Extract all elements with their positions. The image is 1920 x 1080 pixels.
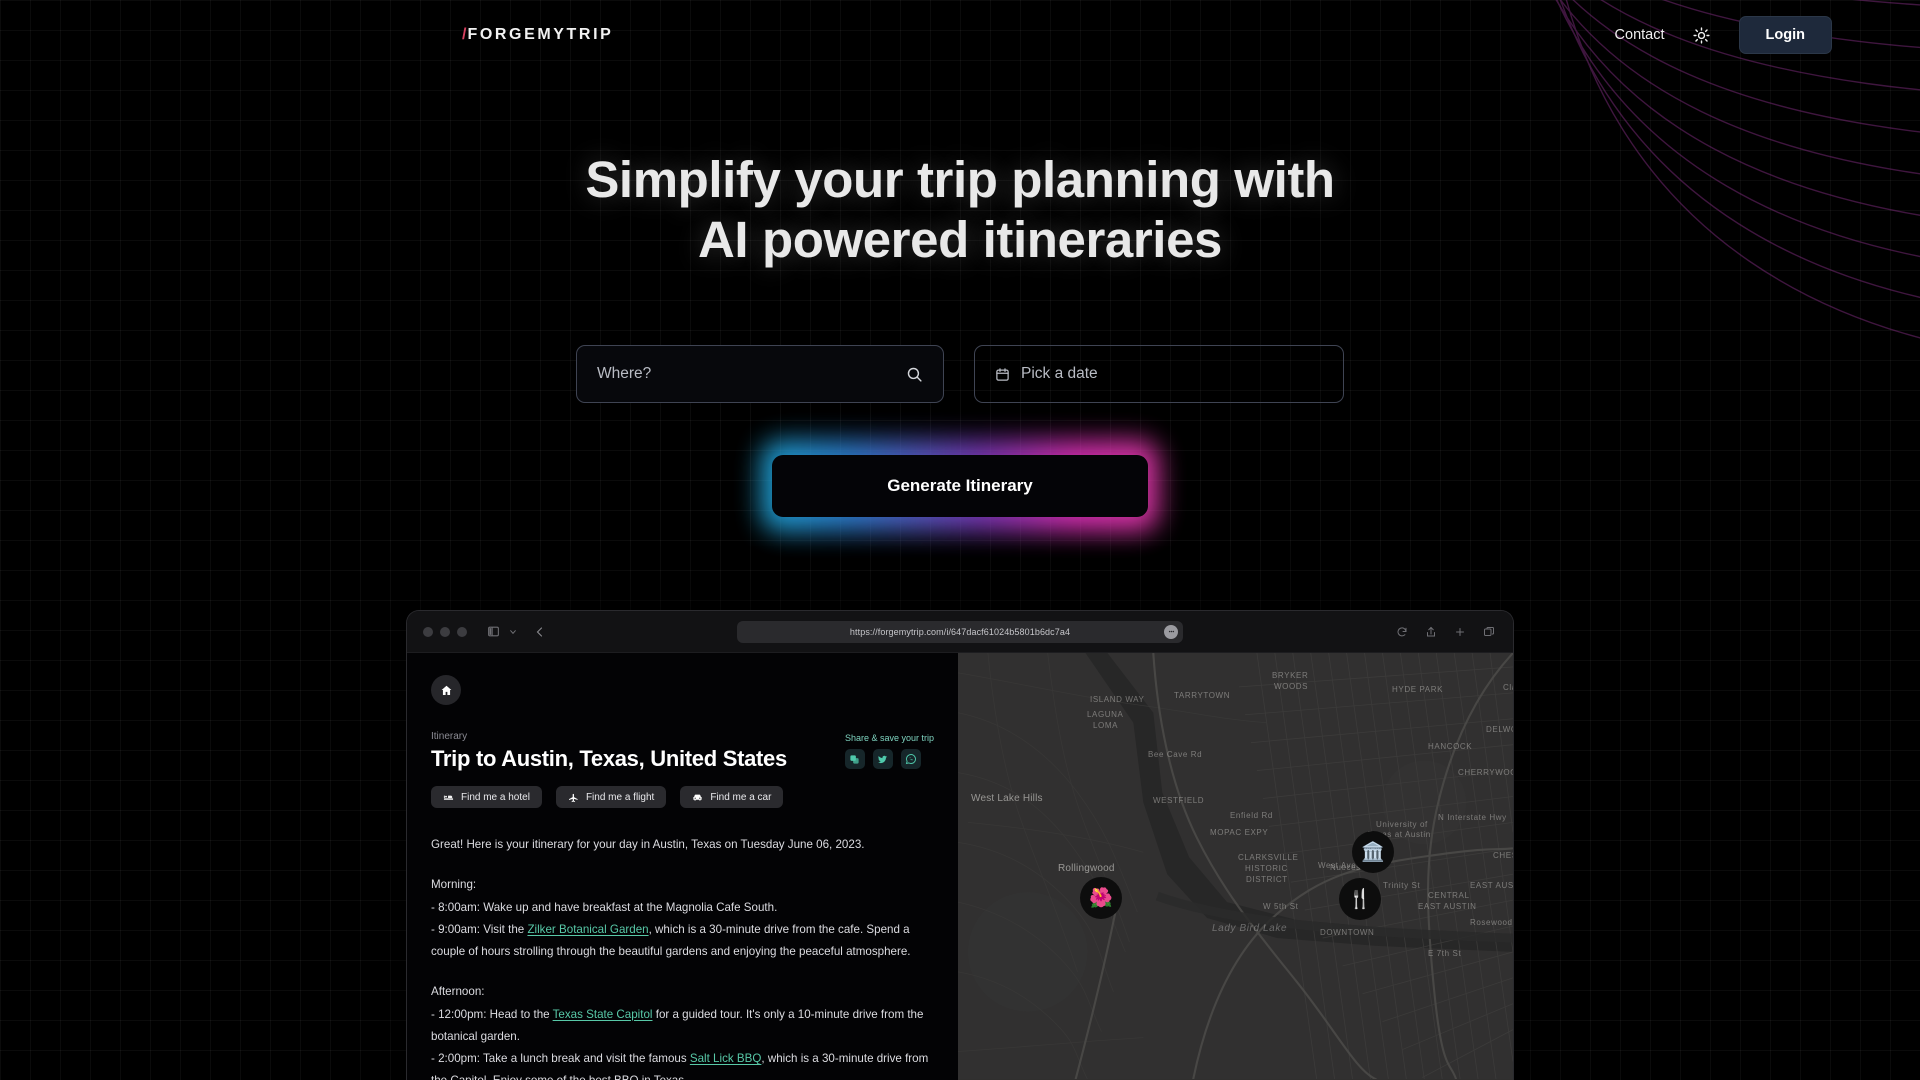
text-spacer: [431, 856, 934, 874]
toolbar-right-icons: [1396, 626, 1495, 638]
where-input[interactable]: Where?: [576, 345, 944, 403]
share-label: Share & save your trip: [844, 733, 934, 743]
date-picker-input[interactable]: Pick a date: [974, 345, 1344, 403]
itinerary-panel: Itinerary Trip to Austin, Texas, United …: [407, 653, 958, 1080]
maximize-window-dot[interactable]: [457, 626, 467, 637]
morning-item-2: - 9:00am: Visit the Zilker Botanical Gar…: [431, 919, 934, 964]
url-text: https://forgemytrip.com/i/647dacf61024b5…: [849, 626, 1071, 637]
whatsapp-share-button[interactable]: [900, 749, 921, 769]
sidebar-icon[interactable]: [487, 625, 500, 638]
url-bar[interactable]: https://forgemytrip.com/i/647dacf61024b5…: [737, 620, 1183, 643]
flower-pin[interactable]: 🌺: [1080, 877, 1122, 919]
site-header: / FORGEMYTRIP Contact Login: [0, 0, 1920, 70]
find-car-label: Find me a car: [710, 791, 772, 803]
hero-line-1: Simplify your trip planning with: [585, 151, 1335, 208]
sun-icon: [1693, 26, 1710, 44]
tabs-icon[interactable]: [1483, 626, 1495, 638]
share-block: Share & save your trip: [844, 731, 934, 769]
link-zilker-botanical-garden[interactable]: Zilker Botanical Garden: [527, 923, 648, 936]
toolbar-left-icons: [487, 625, 546, 638]
itinerary-text: Great! Here is your itinerary for your d…: [431, 834, 934, 1080]
find-car-button[interactable]: Find me a car: [680, 786, 784, 808]
logo[interactable]: / FORGEMYTRIP: [462, 26, 613, 44]
link-salt-lick-bbq[interactable]: Salt Lick BBQ: [690, 1052, 762, 1065]
date-placeholder: Pick a date: [1021, 365, 1098, 382]
calendar-icon: [996, 367, 1009, 381]
find-hotel-button[interactable]: Find me a hotel: [431, 786, 542, 808]
capitol-pin[interactable]: 🏛️: [1352, 831, 1394, 873]
chevron-down-icon[interactable]: [509, 628, 517, 636]
page-settings-icon[interactable]: [1164, 624, 1178, 639]
flower-icon: 🌺: [1089, 888, 1113, 909]
morning-item-2-prefix: - 9:00am: Visit the: [431, 922, 528, 936]
login-button[interactable]: Login: [1738, 16, 1832, 54]
afternoon-item-1: - 12:00pm: Head to the Texas State Capit…: [431, 1004, 934, 1049]
find-hotel-label: Find me a hotel: [461, 791, 530, 803]
theme-toggle-button[interactable]: [1687, 20, 1717, 50]
plane-icon: [568, 793, 578, 802]
capitol-icon: 🏛️: [1361, 842, 1385, 863]
find-flight-label: Find me a flight: [585, 791, 655, 803]
morning-heading: Morning:: [431, 878, 477, 892]
afternoon-item-2-prefix: - 2:00pm: Take a lunch break and visit t…: [431, 1052, 690, 1065]
bed-icon: [443, 795, 454, 800]
back-chevron-icon[interactable]: [534, 626, 546, 638]
landing-page: / FORGEMYTRIP Contact Login Simplify you…: [0, 0, 1920, 1080]
share-icon-row: [844, 749, 934, 769]
copy-link-icon: [850, 754, 860, 764]
itinerary-header: Itinerary Trip to Austin, Texas, United …: [431, 731, 934, 772]
browser-viewport: Itinerary Trip to Austin, Texas, United …: [407, 653, 1513, 1080]
twitter-icon: [878, 755, 888, 763]
morning-item-1: - 8:00am: Wake up and have breakfast at …: [431, 900, 778, 914]
plus-icon[interactable]: [1454, 626, 1466, 638]
restaurant-icon: 🍴: [1348, 889, 1372, 910]
reload-icon[interactable]: [1396, 626, 1408, 638]
car-icon: [693, 794, 702, 801]
home-button[interactable]: [431, 675, 461, 705]
home-icon: [441, 685, 451, 695]
afternoon-item-2: - 2:00pm: Take a lunch break and visit t…: [431, 1048, 934, 1080]
close-window-dot[interactable]: [423, 626, 433, 637]
hero-heading: Simplify your trip planning with AI powe…: [0, 150, 1920, 270]
share-icon[interactable]: [1425, 626, 1437, 638]
browser-mockup: https://forgemytrip.com/i/647dacf61024b5…: [406, 610, 1514, 1080]
where-placeholder: Where?: [597, 365, 652, 382]
hero-line-2: AI powered itineraries: [697, 211, 1223, 269]
itinerary-title: Trip to Austin, Texas, United States: [431, 746, 787, 771]
generate-button-wrapper: Generate Itinerary: [761, 440, 1159, 532]
hero-section: Simplify your trip planning with AI powe…: [0, 150, 1920, 270]
twitter-share-button[interactable]: [872, 749, 893, 769]
browser-toolbar: https://forgemytrip.com/i/647dacf61024b5…: [407, 611, 1513, 653]
nav-contact[interactable]: Contact: [1615, 27, 1665, 43]
afternoon-heading: Afternoon:: [431, 985, 485, 999]
map-canvas: [958, 653, 1513, 1080]
itinerary-intro: Great! Here is your itinerary for your d…: [431, 838, 865, 851]
header-nav: Contact Login: [1615, 16, 1832, 54]
itinerary-eyebrow: Itinerary: [431, 731, 468, 742]
itinerary-title-block: Itinerary Trip to Austin, Texas, United …: [431, 731, 787, 772]
find-flight-button[interactable]: Find me a flight: [555, 786, 667, 808]
text-spacer-2: [431, 963, 934, 981]
restaurant-pin[interactable]: 🍴: [1339, 878, 1381, 920]
map-panel[interactable]: ISLAND WAY LAGUNA LOMA TARRYTOWN BRYKER WOODS…: [958, 653, 1513, 1080]
logo-slash: /: [462, 26, 467, 43]
link-texas-state-capitol[interactable]: Texas State Capitol: [553, 1008, 653, 1021]
copy-link-button[interactable]: [844, 749, 865, 769]
search-row: Where? Pick a date: [576, 345, 1344, 403]
generate-itinerary-button[interactable]: Generate Itinerary: [772, 455, 1148, 517]
quick-action-chips: Find me a hotel Find me a flight Find me…: [431, 786, 934, 808]
whatsapp-icon: [905, 754, 916, 765]
search-icon[interactable]: [906, 366, 923, 383]
minimize-window-dot[interactable]: [440, 626, 450, 637]
traffic-lights: [423, 626, 467, 637]
afternoon-item-1-prefix: - 12:00pm: Head to the: [431, 1007, 553, 1021]
logo-text: FORGEMYTRIP: [467, 26, 614, 43]
